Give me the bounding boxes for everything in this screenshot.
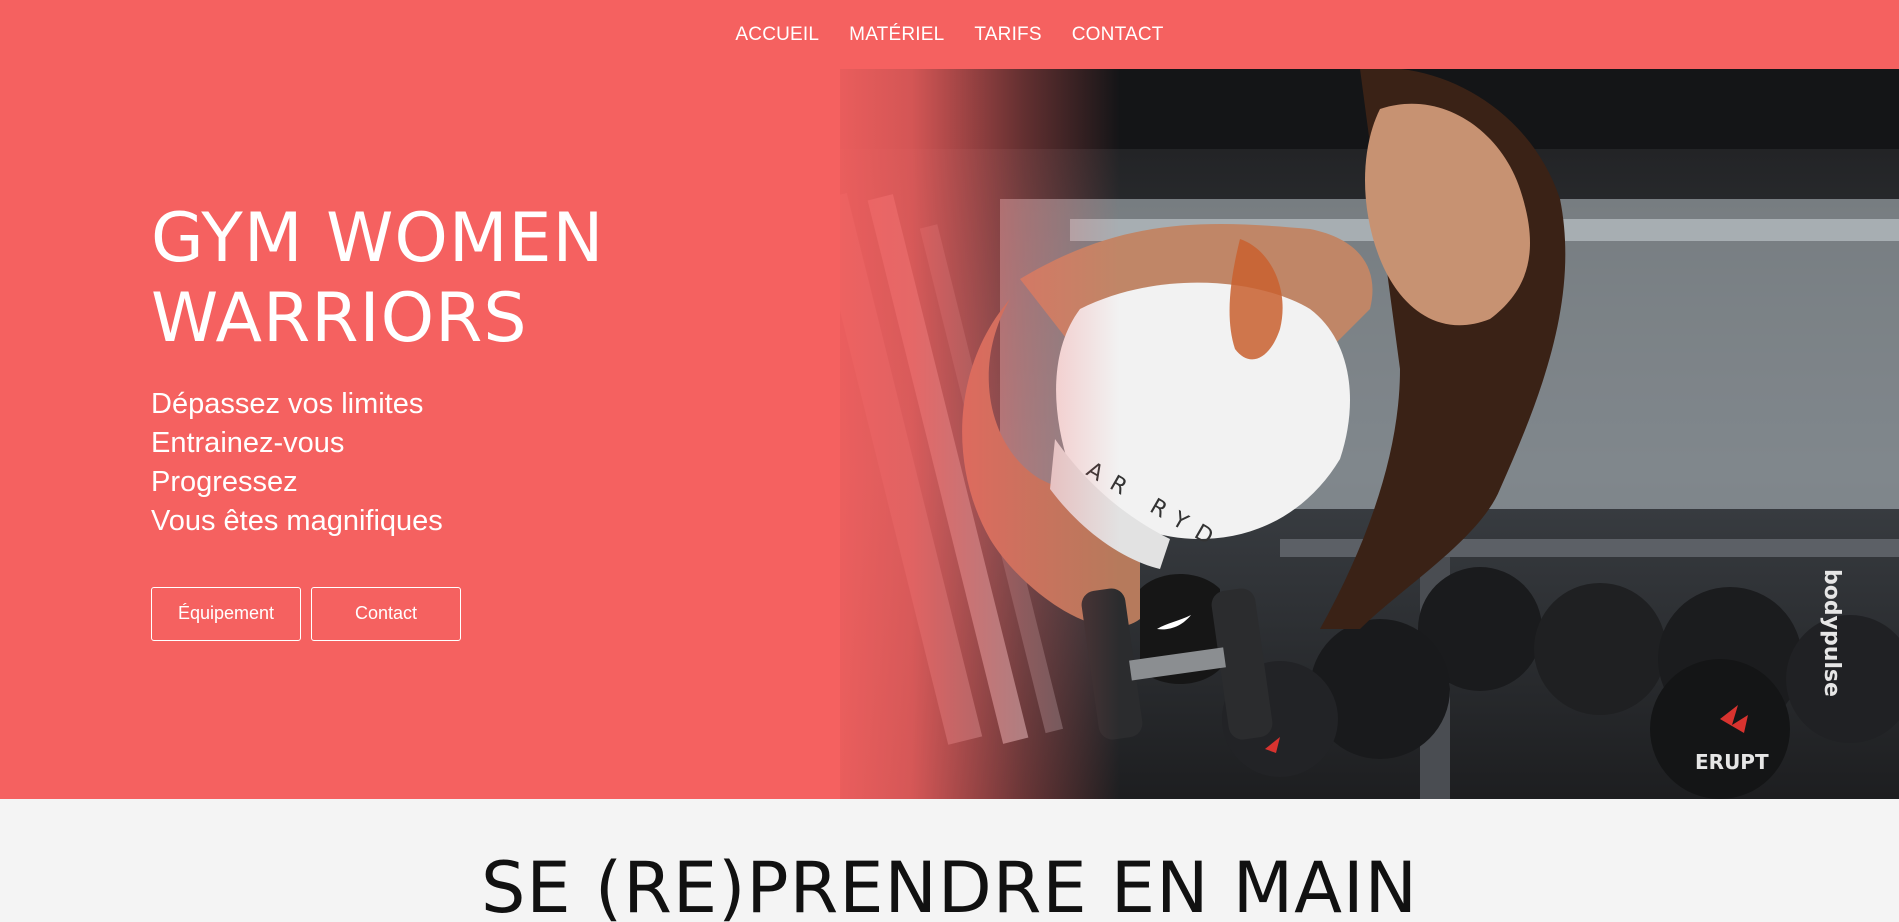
hero-content: GYM WOMEN WARRIORS Dépassez vos limites … <box>151 199 751 641</box>
dumbbell-rack: ERUPT bodypulse <box>1222 539 1899 799</box>
hero-buttons: Équipement Contact <box>151 587 751 641</box>
nav-link-contact[interactable]: CONTACT <box>1072 24 1164 45</box>
weights-brand-text: ERUPT <box>1695 750 1769 774</box>
nav-link-tarifs[interactable]: TARIFS <box>974 24 1041 45</box>
nav-item-materiel: MATÉRIEL <box>849 24 944 46</box>
tagline-1: Dépassez vos limites <box>151 388 424 420</box>
hero-taglines: Dépassez vos limites Entrainez-vous Prog… <box>151 385 751 541</box>
nav-item-contact: CONTACT <box>1072 24 1164 46</box>
hero-title: GYM WOMEN WARRIORS <box>151 199 751 359</box>
hero-title-line1: GYM WOMEN <box>151 199 605 278</box>
tagline-4: Vous êtes magnifiques <box>151 505 443 537</box>
nav-menu: ACCUEIL MATÉRIEL TARIFS CONTACT <box>735 24 1163 46</box>
nav-item-accueil: ACCUEIL <box>735 24 819 46</box>
hero-title-line2: WARRIORS <box>151 279 528 358</box>
hero-gradient-overlay <box>800 69 1120 799</box>
intro-section: SE (RE)PRENDRE EN MAIN <box>0 799 1899 922</box>
nav-link-accueil[interactable]: ACCUEIL <box>735 24 819 45</box>
nav-item-tarifs: TARIFS <box>974 24 1041 46</box>
section-title: SE (RE)PRENDRE EN MAIN <box>481 847 1418 922</box>
nav-link-materiel[interactable]: MATÉRIEL <box>849 24 944 45</box>
equipment-button[interactable]: Équipement <box>151 587 301 641</box>
rack-brand-text: bodypulse <box>1819 569 1844 697</box>
top-navbar: ACCUEIL MATÉRIEL TARIFS CONTACT <box>0 0 1899 69</box>
hero-section: ERUPT bodypulse AR RYD GYM WOMEN WARRIOR… <box>0 69 1899 799</box>
tagline-3: Progressez <box>151 466 298 498</box>
tagline-2: Entrainez-vous <box>151 427 345 459</box>
contact-button[interactable]: Contact <box>311 587 461 641</box>
